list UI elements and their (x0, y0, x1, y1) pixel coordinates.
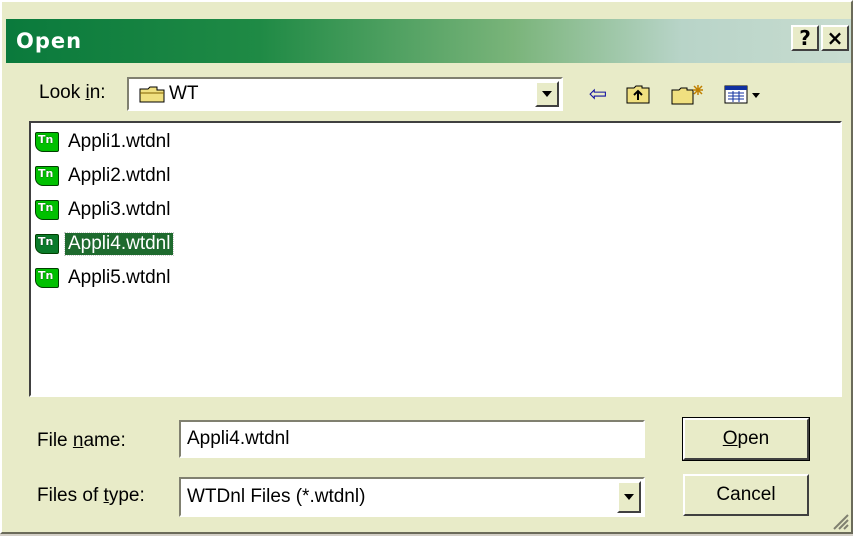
up-folder-icon[interactable] (623, 79, 653, 109)
view-menu-icon[interactable] (723, 79, 767, 109)
file-name: Appli2.wtdnl (68, 165, 171, 186)
chevron-down-icon (624, 494, 634, 500)
file-type-label: Files of type: (37, 485, 145, 506)
look-in-dropdown-button[interactable] (535, 81, 559, 107)
file-name: Appli3.wtdnl (68, 199, 171, 220)
list-item[interactable]: Tn Appli5.wtdnl (35, 263, 173, 293)
look-in-value: WT (169, 83, 199, 104)
chevron-down-icon (542, 91, 552, 97)
title-bar[interactable]: Open ? × (6, 19, 851, 63)
file-icon: Tn (35, 130, 61, 154)
file-name: Appli1.wtdnl (68, 131, 171, 152)
file-icon: Tn (35, 198, 61, 222)
list-item[interactable]: Tn Appli2.wtdnl (35, 161, 173, 191)
cancel-button[interactable]: Cancel (683, 474, 809, 516)
file-name: Appli4.wtdnl (63, 232, 175, 256)
file-type-dropdown[interactable]: WTDnl Files (*.wtdnl) (179, 477, 645, 517)
file-icon: Tn (35, 232, 61, 256)
file-icon: Tn (35, 266, 61, 290)
open-dialog: Open ? × Look in: WT ⇦ Tn Appli1.wtdnl T… (0, 0, 853, 534)
dialog-title: Open (16, 29, 83, 53)
new-folder-icon[interactable] (670, 79, 706, 109)
look-in-dropdown[interactable]: WT (127, 77, 563, 111)
file-name: Appli5.wtdnl (68, 267, 171, 288)
resize-grip-icon[interactable] (831, 512, 849, 530)
folder-icon (139, 85, 165, 103)
list-item[interactable]: Tn Appli1.wtdnl (35, 127, 173, 157)
open-button[interactable]: Open (682, 417, 810, 461)
look-in-label: Look in: (39, 82, 106, 103)
file-type-dropdown-button[interactable] (617, 481, 641, 513)
file-list[interactable]: Tn Appli1.wtdnl Tn Appli2.wtdnl Tn Appli… (29, 121, 842, 397)
help-button[interactable]: ? (791, 25, 819, 51)
file-name-label: File name: (37, 430, 126, 451)
back-icon[interactable]: ⇦ (583, 79, 613, 109)
close-button[interactable]: × (821, 25, 849, 51)
file-icon: Tn (35, 164, 61, 188)
file-name-input[interactable]: Appli4.wtdnl (179, 420, 645, 458)
list-item-selected[interactable]: Tn Appli4.wtdnl (35, 229, 175, 259)
list-item[interactable]: Tn Appli3.wtdnl (35, 195, 173, 225)
